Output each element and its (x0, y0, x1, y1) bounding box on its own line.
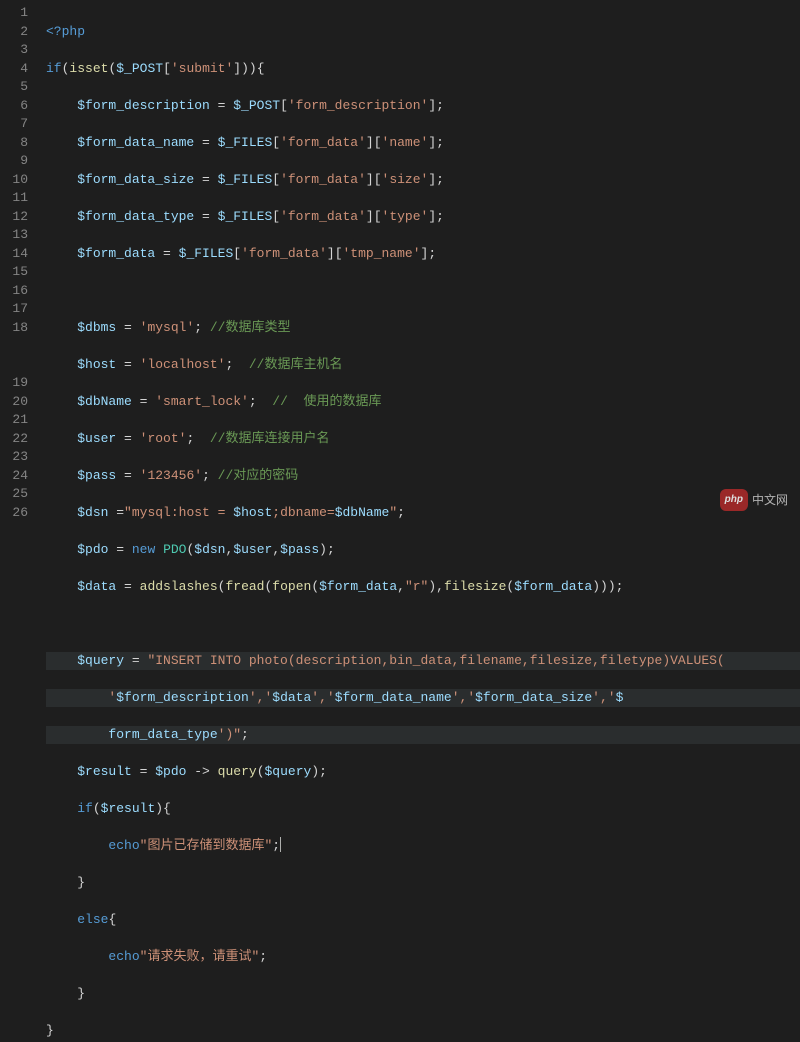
line-number: 9 (0, 152, 28, 171)
line-number: 8 (0, 134, 28, 153)
code-line: $dbms = 'mysql'; //数据库类型 (46, 319, 800, 338)
line-number: 11 (0, 189, 28, 208)
line-number: 18 (0, 319, 28, 338)
line-number: 17 (0, 300, 28, 319)
code-line: $pass = '123456'; //对应的密码 (46, 467, 800, 486)
code-line: $form_data = $_FILES['form_data']['tmp_n… (46, 245, 800, 264)
code-line: $form_data_size = $_FILES['form_data']['… (46, 171, 800, 190)
line-number: 1 (0, 4, 28, 23)
line-number: 22 (0, 430, 28, 449)
line-number: 3 (0, 41, 28, 60)
code-line: $data = addslashes(fread(fopen($form_dat… (46, 578, 800, 597)
code-line: if($result){ (46, 800, 800, 819)
code-line: '$form_description','$data','$form_data_… (46, 689, 800, 708)
code-line: if(isset($_POST['submit'])){ (46, 60, 800, 79)
code-line: } (46, 1022, 800, 1041)
code-line: $form_description = $_POST['form_descrip… (46, 97, 800, 116)
watermark: php 中文网 (720, 489, 788, 512)
code-line: } (46, 985, 800, 1004)
line-number: 24 (0, 467, 28, 486)
code-line: } (46, 874, 800, 893)
code-line: $dsn ="mysql:host = $host;dbname=$dbName… (46, 504, 800, 523)
code-content[interactable]: <?php if(isset($_POST['submit'])){ $form… (38, 0, 800, 521)
line-number: 14 (0, 245, 28, 264)
watermark-text: 中文网 (752, 491, 788, 510)
line-number: 13 (0, 226, 28, 245)
line-number: 20 (0, 393, 28, 412)
line-number: 7 (0, 115, 28, 134)
line-number: 12 (0, 208, 28, 227)
line-number (0, 356, 28, 375)
line-number (0, 337, 28, 356)
line-number: 15 (0, 263, 28, 282)
line-number: 6 (0, 97, 28, 116)
code-editor: 1 2 3 4 5 6 7 8 9 10 11 12 13 14 15 16 1… (0, 0, 800, 521)
code-line: else{ (46, 911, 800, 930)
code-line: $pdo = new PDO($dsn,$user,$pass); (46, 541, 800, 560)
line-number: 2 (0, 23, 28, 42)
line-number: 16 (0, 282, 28, 301)
code-line: $form_data_type = $_FILES['form_data']['… (46, 208, 800, 227)
line-number: 4 (0, 60, 28, 79)
line-number: 21 (0, 411, 28, 430)
line-number: 19 (0, 374, 28, 393)
line-number-gutter: 1 2 3 4 5 6 7 8 9 10 11 12 13 14 15 16 1… (0, 0, 38, 521)
line-number: 23 (0, 448, 28, 467)
code-line: echo"请求失败，请重试"; (46, 948, 800, 967)
code-line (46, 615, 800, 634)
text-cursor (280, 837, 281, 852)
code-line: form_data_type')"; (46, 726, 800, 745)
line-number: 5 (0, 78, 28, 97)
code-line: $query = "INSERT INTO photo(description,… (46, 652, 800, 671)
code-line: echo"图片已存储到数据库"; (46, 837, 800, 856)
code-line: <?php (46, 23, 800, 42)
line-number: 25 (0, 485, 28, 504)
code-line (46, 282, 800, 301)
code-line: $form_data_name = $_FILES['form_data']['… (46, 134, 800, 153)
code-line: $user = 'root'; //数据库连接用户名 (46, 430, 800, 449)
code-line: $dbName = 'smart_lock'; // 使用的数据库 (46, 393, 800, 412)
line-number: 10 (0, 171, 28, 190)
code-line: $host = 'localhost'; //数据库主机名 (46, 356, 800, 375)
line-number: 26 (0, 504, 28, 523)
watermark-logo: php (720, 489, 748, 512)
code-line: $result = $pdo -> query($query); (46, 763, 800, 782)
